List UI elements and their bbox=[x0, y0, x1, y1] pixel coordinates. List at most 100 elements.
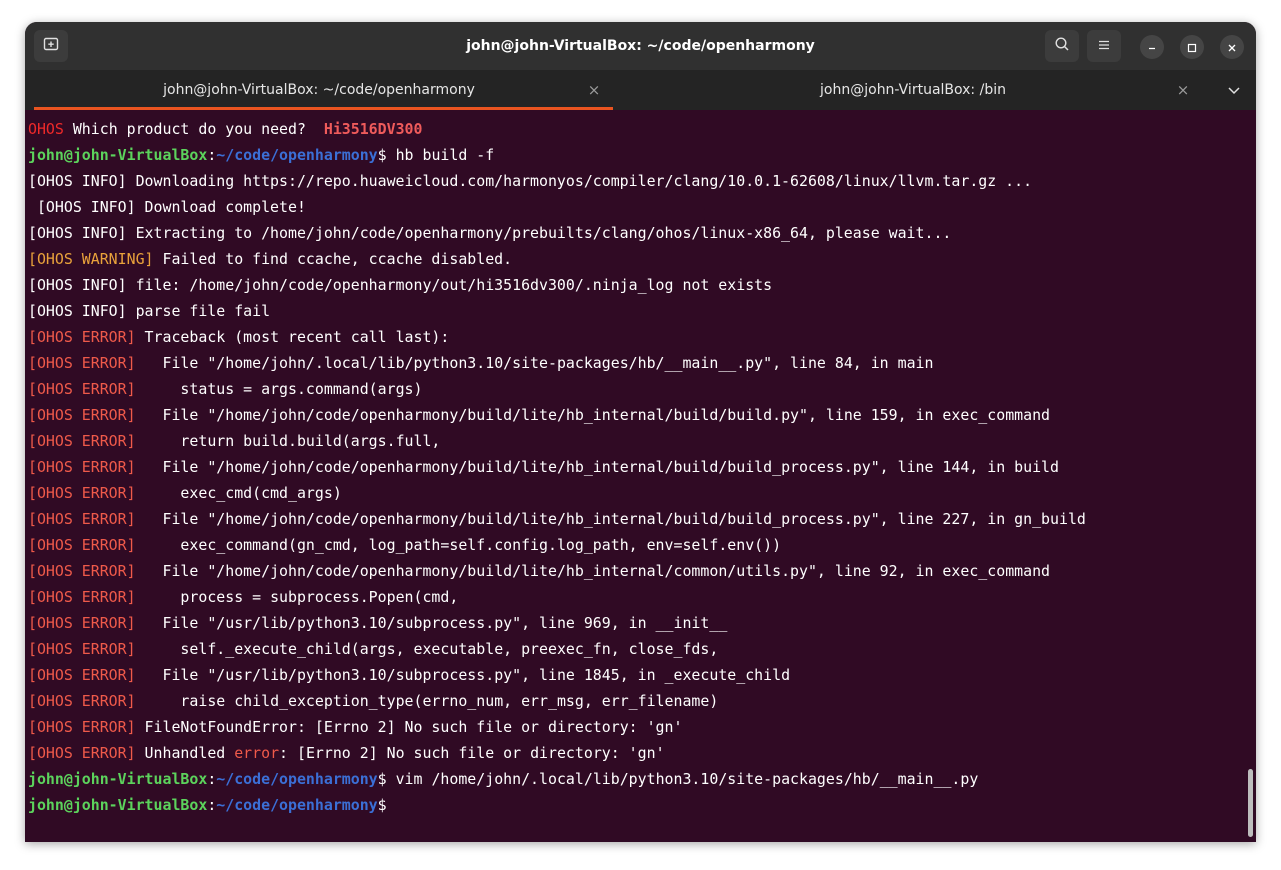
hamburger-menu-icon bbox=[1097, 37, 1111, 56]
terminal-line: [OHOS ERROR] Unhandled error: [Errno 2] … bbox=[28, 740, 1256, 766]
terminal-text-segment: [OHOS ERROR] bbox=[28, 510, 136, 528]
maximize-icon bbox=[1187, 38, 1197, 57]
terminal-text-segment: [OHOS INFO] Download complete! bbox=[28, 198, 306, 216]
terminal-text-segment: [OHOS INFO] file: /home/john/code/openha… bbox=[28, 276, 773, 294]
terminal-text-segment: $ hb build -f bbox=[377, 146, 495, 164]
terminal-line: [OHOS ERROR] File "/home/john/code/openh… bbox=[28, 506, 1256, 532]
terminal-text-segment: File "/home/john/code/openharmony/build/… bbox=[135, 562, 1051, 580]
terminal-text-segment: Traceback (most recent call last): bbox=[135, 328, 450, 346]
terminal-text-segment: [OHOS ERROR] bbox=[28, 744, 136, 762]
terminal-line: john@john-VirtualBox:~/code/openharmony$… bbox=[28, 142, 1256, 168]
terminal-text-segment: error bbox=[234, 744, 280, 762]
terminal-line: [OHOS INFO] Extracting to /home/john/cod… bbox=[28, 220, 1256, 246]
terminal-text-segment: [OHOS ERROR] bbox=[28, 328, 136, 346]
terminal-line: [OHOS ERROR] File "/home/john/code/openh… bbox=[28, 558, 1256, 584]
menu-button[interactable] bbox=[1087, 30, 1121, 62]
minimize-button[interactable] bbox=[1140, 35, 1164, 59]
minimize-icon bbox=[1147, 38, 1157, 57]
tab-close-icon[interactable]: × bbox=[586, 82, 602, 98]
terminal-text-segment: status = args.command(args) bbox=[135, 380, 423, 398]
terminal-text-segment: [OHOS ERROR] bbox=[28, 536, 136, 554]
terminal-line: john@john-VirtualBox:~/code/openharmony$ bbox=[28, 792, 1256, 818]
terminal-text-segment: ~/code/openharmony bbox=[216, 146, 378, 164]
terminal-text-segment: : bbox=[207, 770, 217, 788]
terminal-text-segment: [OHOS INFO] parse file fail bbox=[28, 302, 271, 320]
tab-label: john@john-VirtualBox: /bin bbox=[820, 82, 1006, 98]
terminal-text-segment: File "/home/john/code/openharmony/build/… bbox=[135, 458, 1059, 476]
terminal-line: [OHOS ERROR] status = args.command(args) bbox=[28, 376, 1256, 402]
terminal-line: [OHOS ERROR] File "/home/john/code/openh… bbox=[28, 402, 1256, 428]
terminal-line: [OHOS ERROR] File "/home/john/.local/lib… bbox=[28, 350, 1256, 376]
tab-close-icon[interactable]: × bbox=[1175, 82, 1191, 98]
search-icon bbox=[1054, 36, 1070, 56]
terminal-line: [OHOS ERROR] File "/home/john/code/openh… bbox=[28, 454, 1256, 480]
terminal-text-segment: [OHOS ERROR] bbox=[28, 354, 136, 372]
terminal-text-segment: self._execute_child(args, executable, pr… bbox=[135, 640, 719, 658]
terminal-line: john@john-VirtualBox:~/code/openharmony$… bbox=[28, 766, 1256, 792]
terminal-line: [OHOS ERROR] Traceback (most recent call… bbox=[28, 324, 1256, 350]
terminal-text-segment: ~/code/openharmony bbox=[216, 796, 378, 814]
terminal-line: [OHOS ERROR] exec_cmd(cmd_args) bbox=[28, 480, 1256, 506]
tab-label: john@john-VirtualBox: ~/code/openharmony bbox=[163, 82, 475, 98]
terminal-text-segment: exec_cmd(cmd_args) bbox=[135, 484, 342, 502]
tab-list-button[interactable] bbox=[1224, 80, 1244, 100]
terminal-line: [OHOS INFO] parse file fail bbox=[28, 298, 1256, 324]
terminal-text-segment: $ bbox=[377, 796, 396, 814]
terminal-line: [OHOS INFO] Download complete! bbox=[28, 194, 1256, 220]
terminal-window: john@john-VirtualBox: ~/code/openharmony bbox=[25, 22, 1256, 842]
terminal-text-segment: john@john-VirtualBox bbox=[28, 770, 208, 788]
terminal-text-segment: [OHOS ERROR] bbox=[28, 484, 136, 502]
terminal-text-segment: [OHOS WARNING] bbox=[28, 250, 154, 268]
terminal-text-segment: exec_command(gn_cmd, log_path=self.confi… bbox=[135, 536, 782, 554]
terminal-line: [OHOS ERROR] raise child_exception_type(… bbox=[28, 688, 1256, 714]
terminal-text-segment: : bbox=[207, 796, 217, 814]
terminal-text-segment: : [Errno 2] No such file or directory: '… bbox=[279, 744, 665, 762]
terminal-text-segment: [OHOS ERROR] bbox=[28, 458, 136, 476]
terminal-line: [OHOS ERROR] File "/usr/lib/python3.10/s… bbox=[28, 662, 1256, 688]
terminal-line: OHOS Which product do you need? Hi3516DV… bbox=[28, 116, 1256, 142]
terminal-text-segment: File "/home/john/.local/lib/python3.10/s… bbox=[135, 354, 934, 372]
title-bar: john@john-VirtualBox: ~/code/openharmony bbox=[25, 22, 1256, 70]
terminal-text-segment: FileNotFoundError: [Errno 2] No such fil… bbox=[135, 718, 683, 736]
terminal-text-segment: raise child_exception_type(errno_num, er… bbox=[135, 692, 719, 710]
terminal-text-segment: ~/code/openharmony bbox=[216, 770, 378, 788]
close-icon bbox=[1227, 38, 1237, 57]
terminal-text-segment: Failed to find ccache, ccache disabled. bbox=[153, 250, 513, 268]
terminal-text-segment: [OHOS ERROR] bbox=[28, 666, 136, 684]
scrollbar[interactable] bbox=[1248, 769, 1253, 837]
terminal-text-segment: File "/home/john/code/openharmony/build/… bbox=[135, 406, 1051, 424]
terminal-text-segment: [OHOS ERROR] bbox=[28, 380, 136, 398]
terminal-text-segment: [OHOS ERROR] bbox=[28, 614, 136, 632]
terminal-text-segment: process = subprocess.Popen(cmd, bbox=[135, 588, 459, 606]
terminal-text-segment: [OHOS INFO] Downloading https://repo.hua… bbox=[28, 172, 1033, 190]
terminal-line: [OHOS ERROR] FileNotFoundError: [Errno 2… bbox=[28, 714, 1256, 740]
terminal-line: [OHOS ERROR] File "/usr/lib/python3.10/s… bbox=[28, 610, 1256, 636]
terminal-line: [OHOS WARNING] Failed to find ccache, cc… bbox=[28, 246, 1256, 272]
terminal-text-segment: john@john-VirtualBox bbox=[28, 796, 208, 814]
terminal-text-segment: $ vim /home/john/.local/lib/python3.10/s… bbox=[377, 770, 979, 788]
tab-openharmony[interactable]: john@john-VirtualBox: ~/code/openharmony… bbox=[25, 70, 613, 110]
tab-bar: john@john-VirtualBox: ~/code/openharmony… bbox=[25, 70, 1256, 110]
terminal-text-segment: [OHOS ERROR] bbox=[28, 588, 136, 606]
terminal-text-segment: return build.build(args.full, bbox=[135, 432, 441, 450]
terminal-text-segment: [OHOS ERROR] bbox=[28, 692, 136, 710]
close-button[interactable] bbox=[1220, 35, 1244, 59]
terminal-line: [OHOS ERROR] return build.build(args.ful… bbox=[28, 428, 1256, 454]
terminal-text-segment: [OHOS ERROR] bbox=[28, 718, 136, 736]
terminal-text-segment: File "/usr/lib/python3.10/subprocess.py"… bbox=[135, 666, 791, 684]
new-tab-button[interactable] bbox=[34, 30, 68, 62]
terminal-line: [OHOS ERROR] self._execute_child(args, e… bbox=[28, 636, 1256, 662]
terminal-line: [OHOS INFO] file: /home/john/code/openha… bbox=[28, 272, 1256, 298]
terminal-text-segment: [OHOS ERROR] bbox=[28, 640, 136, 658]
terminal-text-segment: [OHOS INFO] Extracting to /home/john/cod… bbox=[28, 224, 952, 242]
terminal-text-segment: : bbox=[207, 146, 217, 164]
terminal-text-segment: OHOS bbox=[28, 120, 64, 138]
maximize-button[interactable] bbox=[1180, 35, 1204, 59]
search-button[interactable] bbox=[1045, 30, 1079, 62]
terminal-text-segment: File "/home/john/code/openharmony/build/… bbox=[135, 510, 1086, 528]
terminal-output[interactable]: OHOS Which product do you need? Hi3516DV… bbox=[25, 110, 1256, 842]
chevron-down-icon bbox=[1224, 85, 1244, 104]
terminal-text-segment: File "/usr/lib/python3.10/subprocess.py"… bbox=[135, 614, 728, 632]
tab-bin[interactable]: john@john-VirtualBox: /bin × bbox=[613, 70, 1213, 110]
terminal-line: [OHOS INFO] Downloading https://repo.hua… bbox=[28, 168, 1256, 194]
